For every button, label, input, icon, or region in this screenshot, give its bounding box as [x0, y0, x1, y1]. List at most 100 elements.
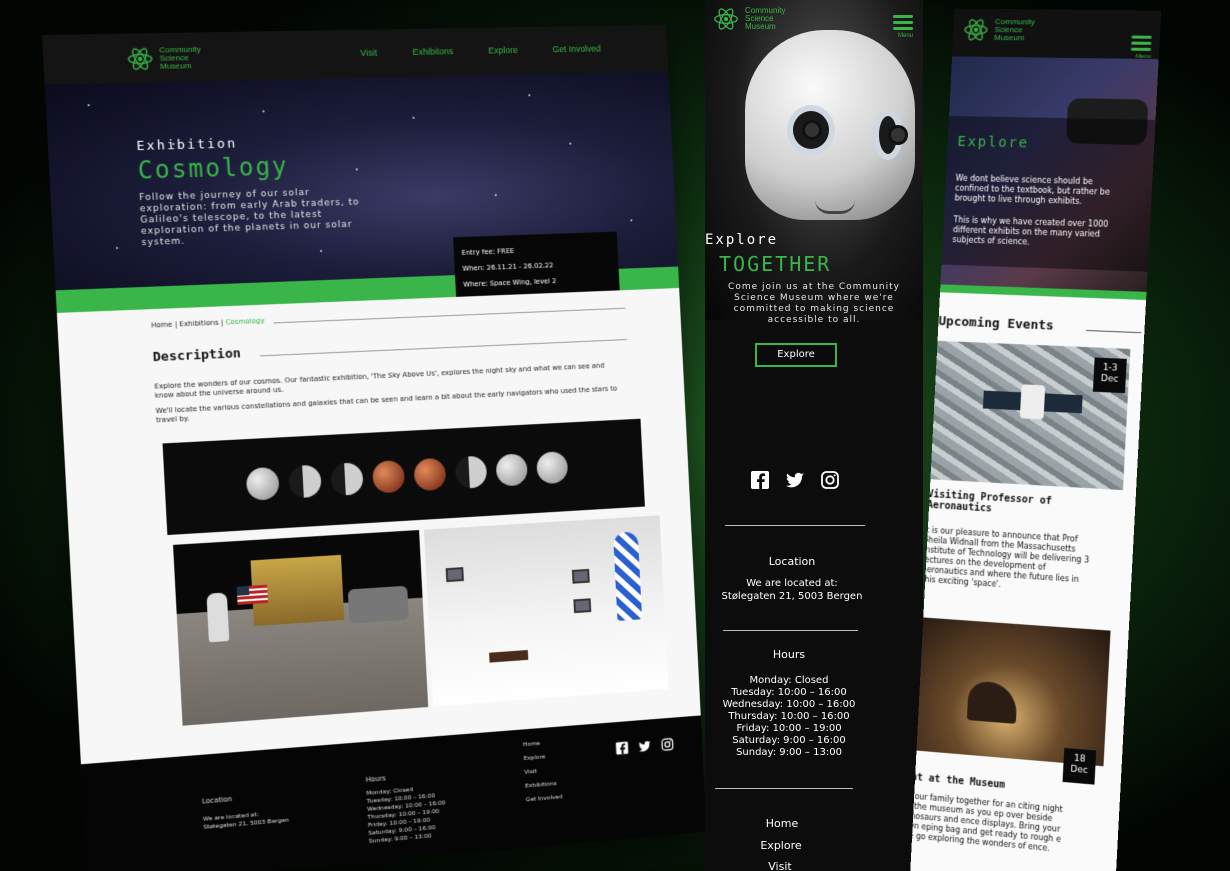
hours-item: Wednesday: 10:00 – 16:00 [722, 699, 856, 710]
event-title[interactable]: ght at the Museum [910, 771, 1005, 791]
moon-phase [245, 466, 280, 501]
site-logo[interactable]: Community Science Museum [713, 6, 785, 32]
dinosaur-skeleton [966, 680, 1018, 724]
us-flag [236, 584, 268, 605]
footer-link-explore[interactable]: Explore [705, 839, 890, 852]
breadcrumb-exhibitions[interactable]: Exhibitions [179, 319, 219, 329]
breadcrumb-home[interactable]: Home [151, 321, 173, 330]
nav-link-visit[interactable]: Visit [360, 48, 377, 58]
divider [273, 307, 626, 324]
moon-phase [412, 457, 446, 492]
logo-text: Community Science Museum [745, 7, 785, 31]
moon-landing-photo [173, 529, 429, 726]
museum-hall-event-image [909, 616, 1111, 767]
mobile-explore-mockup: Community Science Museum Menu Explore We… [909, 8, 1162, 871]
hero-lead: Come join us at the Community Science Mu… [728, 282, 900, 325]
footer-link-visit[interactable]: Visit [705, 860, 889, 871]
hours-item: Thursday: 10:00 – 16:00 [728, 711, 850, 722]
logo-text: Community Science Museum [993, 17, 1035, 43]
moon-phase [535, 451, 568, 485]
divider [723, 630, 858, 631]
robot-mouth [815, 200, 855, 214]
robot-head [745, 30, 915, 220]
hours-heading: Hours [772, 648, 806, 661]
footer-link-get-involved[interactable]: Get Involved [526, 793, 563, 804]
lunar-eclipse-image [162, 418, 645, 536]
location-line-1: We are located at: [746, 578, 838, 589]
hours-item: Saturday: 9:00 – 16:00 [732, 735, 846, 746]
event-date-badge: 18 Dec [1062, 747, 1097, 785]
robot-eye [873, 110, 905, 160]
site-logo[interactable]: Community Science Museum [963, 17, 1035, 44]
explore-button[interactable]: Explore [755, 343, 837, 367]
menu-button[interactable]: Menu [893, 12, 913, 39]
hamburger-icon [893, 15, 913, 18]
moon-phase [494, 453, 528, 487]
hours-item: Tuesday: 10:00 – 16:00 [731, 687, 847, 698]
instagram-icon[interactable] [660, 737, 674, 752]
atom-logo-icon [714, 8, 738, 30]
menu-button[interactable]: Menu [1130, 32, 1152, 60]
footer-link-exhibitions[interactable]: Exhibitions [525, 780, 557, 791]
divider [1086, 329, 1142, 334]
divider [260, 339, 627, 357]
footer-link-home[interactable]: Home [705, 817, 891, 830]
logo-line-3: Museum [993, 32, 1025, 43]
hero-kicker: Exhibition [136, 136, 238, 155]
robot-eye [787, 105, 835, 155]
mobile-home-mockup: Community Science Museum Menu Explore TO… [705, 0, 923, 871]
moon-phase [371, 459, 405, 494]
facebook-icon[interactable] [615, 741, 629, 756]
hero-title: Cosmology [137, 152, 290, 185]
twitter-icon[interactable] [784, 470, 806, 490]
footer-link-home[interactable]: Home [523, 740, 540, 749]
explore-paragraph-2: This is why we have created over 1000 di… [952, 215, 1109, 247]
moon-phase [329, 462, 364, 497]
moon-phase [287, 464, 322, 499]
astronaut [206, 592, 230, 643]
breadcrumb-current: Cosmology [225, 316, 265, 327]
location-heading: Location [768, 555, 816, 568]
nav-link-exhibitions[interactable]: Exhibitons [412, 46, 453, 57]
nav-link-explore[interactable]: Explore [488, 45, 518, 55]
atom-logo-icon [963, 17, 990, 43]
explore-title: Explore [957, 133, 1030, 152]
nav-link-get-involved[interactable]: Get Involved [552, 44, 601, 55]
twitter-icon[interactable] [638, 739, 652, 754]
breadcrumb: Home | Exhibitions | Cosmology [151, 317, 265, 330]
divider [715, 788, 853, 789]
logo-text: Community Science Museum [159, 45, 202, 71]
location-line-2: Stølegaten 21, 5003 Bergen [721, 591, 863, 602]
hero-title: TOGETHER [719, 252, 832, 276]
desktop-nav-links: Visit Exhibitons Explore Get Involved [360, 44, 601, 58]
gallery-bench [489, 649, 529, 663]
footer-social-links [615, 737, 674, 755]
upcoming-events-heading: Upcoming Events [938, 314, 1055, 334]
wall-artwork [573, 598, 592, 614]
hours-item: Sunday: 9:00 – 13:00 [736, 747, 842, 758]
hours-item: Monday: Closed [749, 675, 829, 686]
logo-line-3: Museum [159, 61, 192, 71]
hero-lead: Follow the journey of our solar explorat… [138, 187, 360, 249]
event-date-badge: 1-3 Dec [1092, 357, 1127, 394]
site-logo[interactable]: Community Science Museum [126, 45, 202, 73]
footer-location-heading: Location [201, 795, 233, 806]
exhibition-body: Home | Exhibitions | Cosmology Descripti… [56, 287, 701, 765]
wall-artwork [571, 568, 590, 584]
event-description: It is our pleasure to announce that Prof… [921, 525, 1090, 589]
event-title[interactable]: Visiting Professor of Aeronautics [927, 489, 1075, 520]
lunar-rover [347, 585, 409, 624]
gallery-interior-photo [423, 515, 669, 707]
vr-hero-image: Explore We dont believe science should b… [940, 56, 1159, 292]
facebook-icon[interactable] [750, 470, 770, 490]
instagram-icon[interactable] [820, 470, 840, 490]
description-heading: Description [152, 346, 242, 366]
footer-link-visit[interactable]: Visit [524, 768, 537, 777]
logo-line-3: Museum [745, 22, 776, 31]
desktop-mockup: Community Science Museum Visit Exhibiton… [41, 24, 707, 871]
hero-kicker: Explore [705, 232, 779, 248]
social-links [750, 470, 840, 490]
footer-link-explore[interactable]: Explore [524, 753, 546, 763]
event-date-month: Dec [1070, 764, 1089, 777]
moon-phase [454, 455, 487, 489]
